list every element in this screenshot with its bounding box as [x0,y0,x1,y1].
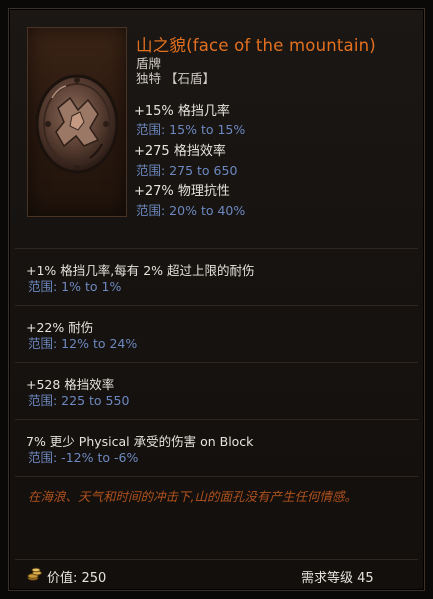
flavor-divider-wrap [9,476,424,478]
divider [15,419,418,420]
divider [15,248,418,249]
affix-row: +528 格挡效率 范围: 225 to 550 [9,362,424,418]
level-requirement: 需求等级 45 [301,571,374,586]
gold-coins-icon [27,567,42,581]
affix-range: 范围: 225 to 550 [28,393,130,408]
affix-range: 范围: 1% to 1% [28,279,122,294]
divider [15,362,418,363]
base-stat-range: 范围: 15% to 15% [136,122,246,137]
base-stat-physical-resistance: +27% 物理抗性 [134,184,230,199]
stone-shield-icon [35,74,119,174]
affix-row: 7% 更少 Physical 承受的伤害 on Block 范围: -12% t… [9,419,424,475]
item-portrait [27,27,127,217]
item-name: 山之貌(face of the mountain) [136,36,376,55]
price-label: 价值: 250 [47,571,107,586]
flavor-text: 在海浪、天气和时间的冲击下,山的面孔没有产生任何情感。 [28,489,357,504]
base-stat-range: 范围: 275 to 650 [136,163,238,178]
base-stat-block-chance: +15% 格挡几率 [134,104,230,119]
divider [15,305,418,306]
affix-row: +1% 格挡几率,每有 2% 超过上限的耐伤 范围: 1% to 1% [9,248,424,304]
base-stat-block-effectiveness: +275 格挡效率 [134,144,226,159]
item-header: 山之貌(face of the mountain) 盾牌 独特 【石盾】 +15… [9,9,424,239]
affix-range: 范围: -12% to -6% [28,450,139,465]
affix-range: 范围: 12% to 24% [28,336,138,351]
item-rarity: 独特 【石盾】 [136,71,215,86]
item-tooltip: 山之貌(face of the mountain) 盾牌 独特 【石盾】 +15… [8,8,425,591]
affix-row: +22% 耐伤 范围: 12% to 24% [9,305,424,361]
divider [15,476,418,477]
base-stat-range: 范围: 20% to 40% [136,203,246,218]
divider [15,559,418,560]
